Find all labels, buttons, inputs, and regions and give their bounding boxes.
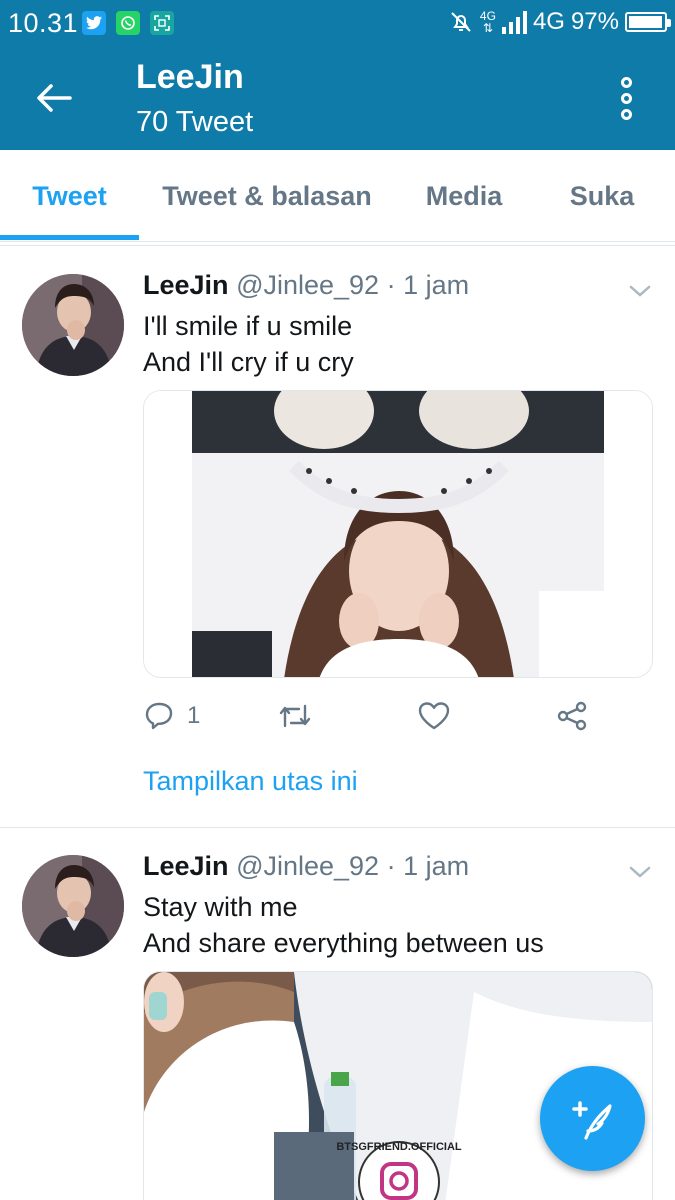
tweet-item[interactable]: LeeJin @Jinlee_92 · 1 jam I'll smile if …: [0, 248, 675, 828]
tweet-line: And share everything between us: [143, 928, 544, 958]
dot: [620, 92, 632, 104]
separator: ·: [386, 851, 396, 881]
scan-icon: [150, 11, 174, 35]
status-bar: 10.31 4G ⇅ 4G 97%: [0, 0, 675, 48]
network-type: 4G: [532, 8, 565, 35]
tweet-photo: [144, 391, 652, 677]
active-tab-indicator: [0, 235, 139, 240]
status-time: 10.31: [8, 8, 79, 38]
tab-media[interactable]: Media: [395, 150, 533, 242]
more-options-button[interactable]: [601, 72, 651, 124]
battery-icon: [625, 12, 671, 32]
tweet-text: I'll smile if u smile And I'll cry if u …: [143, 308, 354, 380]
timestamp: 1 jam: [403, 851, 470, 881]
reply-button[interactable]: 1: [143, 698, 200, 734]
tweet-count: 70 Tweet: [136, 106, 254, 138]
page-title: LeeJin: [136, 58, 244, 96]
bell-off-icon: [451, 12, 471, 32]
share-icon: [557, 701, 587, 731]
tweet-text: Stay with me And share everything betwee…: [143, 889, 544, 961]
reply-icon: [145, 702, 173, 730]
reply-count: 1: [187, 702, 201, 729]
compose-feather-icon: [571, 1100, 612, 1140]
show-thread-link[interactable]: Tampilkan utas ini: [143, 766, 358, 797]
divider: [0, 245, 675, 246]
tweet-media[interactable]: [143, 390, 653, 678]
tweet-header: LeeJin @Jinlee_92 · 1 jam: [143, 270, 469, 301]
tweet-actions: 1: [143, 698, 653, 738]
tweet-line: I'll smile if u smile: [143, 311, 353, 341]
tab-tweet-replies[interactable]: Tweet & balasan: [139, 150, 395, 242]
profile-tabs: Tweet Tweet & balasan Media Suka: [0, 150, 675, 242]
battery-percent: 97%: [570, 8, 619, 35]
profile-header: LeeJin 70 Tweet: [0, 48, 675, 150]
tab-likes[interactable]: Suka: [533, 150, 671, 242]
chevron-down-icon[interactable]: [627, 859, 653, 885]
avatar[interactable]: [22, 855, 124, 957]
author-handle[interactable]: @Jinlee_92: [236, 270, 379, 300]
compose-tweet-button[interactable]: [540, 1066, 645, 1171]
dot: [620, 76, 632, 88]
back-button[interactable]: [28, 72, 80, 124]
watermark-text: BTSGFRIEND.OFFICIAL: [336, 1141, 462, 1153]
tab-tweet[interactable]: Tweet: [0, 150, 139, 242]
like-button[interactable]: [417, 698, 451, 734]
heart-icon: [418, 702, 450, 730]
retweet-icon: [279, 704, 311, 728]
tweet-line: Stay with me: [143, 892, 298, 922]
author-name[interactable]: LeeJin: [143, 270, 229, 300]
share-button[interactable]: [555, 698, 589, 734]
battery-level: [629, 16, 662, 28]
chevron-down-icon[interactable]: [627, 278, 653, 304]
twitter-icon: [82, 11, 106, 35]
avatar-photo: [22, 274, 124, 376]
timestamp: 1 jam: [403, 270, 470, 300]
network-type-small: 4G ⇅: [479, 9, 496, 35]
arrow-left-icon: [37, 84, 72, 112]
status-indicators: 4G ⇅ 4G 97%: [448, 8, 671, 36]
tweet-line: And I'll cry if u cry: [143, 347, 354, 377]
retweet-button[interactable]: [277, 698, 313, 734]
avatar[interactable]: [22, 274, 124, 376]
avatar-photo: [22, 855, 124, 957]
dot: [620, 108, 632, 120]
whatsapp-icon: [116, 11, 140, 35]
signal-icon: [501, 10, 527, 34]
tweet-header: LeeJin @Jinlee_92 · 1 jam: [143, 851, 469, 882]
author-name[interactable]: LeeJin: [143, 851, 229, 881]
author-handle[interactable]: @Jinlee_92: [236, 851, 379, 881]
separator: ·: [386, 270, 396, 300]
